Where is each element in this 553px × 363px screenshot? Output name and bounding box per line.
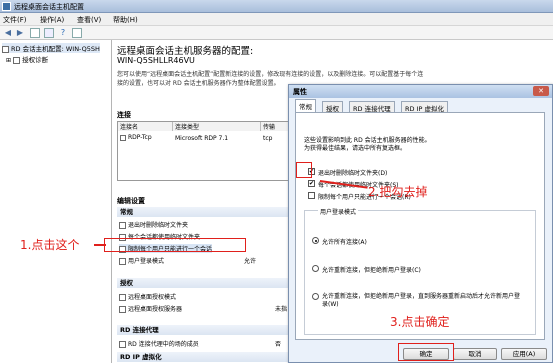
help-icon[interactable]: ? [58,28,68,38]
menu-view[interactable]: 查看(V) [77,15,101,25]
window-titlebar: 远程桌面会话主机配置 [0,0,553,13]
group-licensing: 授权 [117,278,295,288]
connections-table: 连接名 连接类型 传输 RDP-Tcp Microsoft RDP 7.1 tc… [117,121,289,181]
group-general: 常规 [117,207,295,217]
pane-icon[interactable] [72,28,82,38]
description-line-1: 您可以使用“远程桌面会话主机配置”配置新连接的设置，修改现有连接的设置，以及删除… [117,71,424,78]
tab-broker[interactable]: RD 连接代理 [349,101,395,113]
setting-licensing-mode[interactable]: 远程桌面授权模式 [119,292,176,301]
dialog-titlebar: 属性 ✕ [289,85,552,98]
tab-licensing[interactable]: 授权 [322,101,343,113]
intro-line-2: 为获得最佳结果，请选中所有复选框。 [304,145,407,152]
col-header-type[interactable]: 连接类型 [173,122,261,131]
setting-icon [119,258,126,265]
properties-icon[interactable] [44,28,54,38]
radio-allow-all-label: 允许所有连接(A) [322,239,367,246]
back-icon[interactable]: ◀ [3,28,13,38]
menu-action[interactable]: 操作(A) [40,15,64,25]
annotation-step-2: 2.把勾去掉 [368,185,428,199]
tab-rdip[interactable]: RD IP 虚拟化 [401,101,448,113]
setting-logon-mode-value: 允许 [244,258,257,265]
annotation-step-3: 3.点击确定 [390,315,450,329]
forward-icon[interactable]: ▶ [15,28,25,38]
setting-icon [119,341,126,348]
setting-licensing-server[interactable]: 远程桌面授权服务器 [119,304,182,313]
expand-icon[interactable]: ⊞ [6,57,11,64]
group-rdip: RD IP 虚拟化 [117,352,295,362]
connection-row[interactable]: RDP-Tcp [120,134,152,141]
setting-icon [119,294,126,301]
setting-broker-member[interactable]: RD 连接代理中的场的成员 [119,339,199,348]
menu-bar: 文件(F) 操作(A) 查看(V) 帮助(H) [0,13,553,26]
setting-broker-member-value: 否 [275,341,282,348]
setting-icon [119,306,126,313]
radio-allow-reconnect-until-restart[interactable] [312,293,319,300]
edit-settings-heading: 编辑设置 [117,197,145,205]
page-title: 远程桌面会话主机服务器的配置: [117,46,254,57]
diagnostics-icon [13,56,21,64]
menu-help[interactable]: 帮助(H) [113,15,138,25]
connection-transport: tcp [263,135,273,142]
logon-mode-label: 用户登录模式 [318,207,359,216]
setting-licensing-server-value: 未指 [275,306,288,313]
menu-file[interactable]: 文件(F) [3,15,27,25]
checkbox-restrict-single-session[interactable] [308,192,315,199]
radio-allow-reconnect-until-restart-label: 允许重新连接，但拒绝新用户登录，直到服务器重新启动后才允许新用户登录(W) [322,293,521,308]
dialog-title: 属性 [293,88,307,96]
window-title: 远程桌面会话主机配置 [14,3,84,11]
setting-delete-temp[interactable]: 退出时删除临时文件夹 [119,220,188,229]
show-tree-icon[interactable] [30,28,40,38]
col-header-transport[interactable]: 传输 [261,122,289,131]
tree-root-item[interactable]: RD 会话主机配置: WIN-Q5SH [2,43,100,53]
tab-general[interactable]: 常规 [295,99,316,112]
app-icon [2,2,11,11]
radio-allow-reconnect[interactable] [312,265,319,272]
group-broker: RD 连接代理 [117,325,295,335]
radio-allow-all[interactable] [312,237,319,244]
apply-button[interactable]: 应用(A) [501,348,547,360]
tree-child-item[interactable]: ⊞ 授权诊断 [6,54,48,64]
tab-panel-general: 这些设置影响到此 RD 会话主机服务器的性能。 为获得最佳结果，请选中所有复选框… [295,112,545,340]
setting-logon-mode[interactable]: 用户登录模式 [119,256,164,265]
col-header-name[interactable]: 连接名 [118,122,173,131]
toolbar: ◀ ▶ ? [0,26,553,40]
server-icon [2,45,9,53]
checkbox-temp-per-session[interactable]: ✔ [308,180,315,187]
annotation-highlight-3 [398,343,454,361]
connection-type: Microsoft RDP 7.1 [175,135,229,142]
annotation-highlight-1 [104,238,246,252]
connections-heading: 连接 [117,111,131,119]
cancel-button[interactable]: 取消 [453,348,497,360]
close-icon[interactable]: ✕ [533,86,549,96]
radio-allow-reconnect-label: 允许重新连接，但拒绝新用户登录(C) [322,267,421,274]
server-name: WIN-Q5SHLLR46VU [117,56,195,65]
connection-icon [120,134,126,141]
annotation-highlight-2 [296,162,312,178]
annotation-step-1: 1.点击这个 [20,238,80,252]
setting-icon [119,222,126,229]
navigation-tree: RD 会话主机配置: WIN-Q5SH ⊞ 授权诊断 [0,40,112,363]
checkbox-delete-temp-label: 退出时删除临时文件夹(D) [318,170,388,177]
